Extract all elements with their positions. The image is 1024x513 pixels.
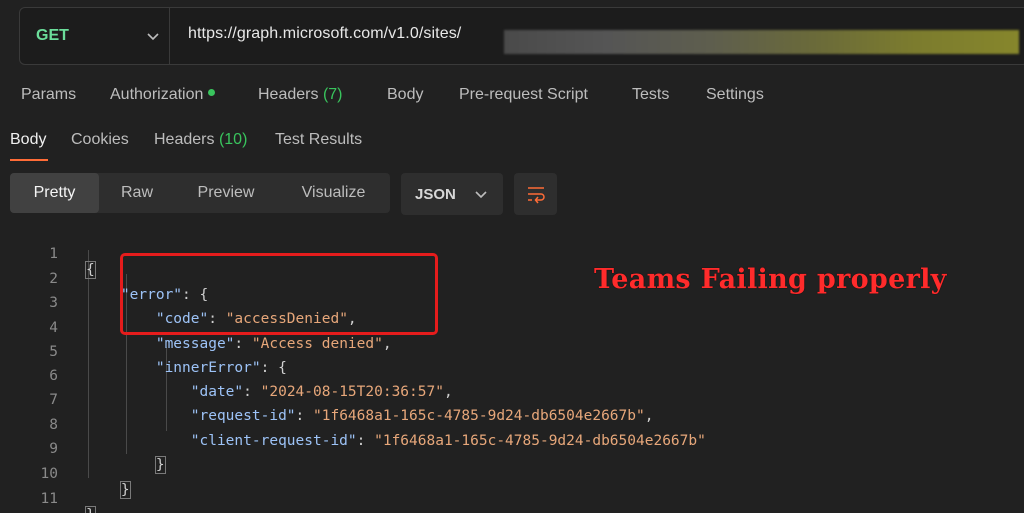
tab-tests[interactable]: Tests [632,86,669,104]
tab-count: (10) [218,131,248,148]
code-text: } [154,456,166,474]
wrap-lines-button[interactable] [514,173,557,215]
code-text: "request-id": "1f6468a1-165c-4785-9d24-d… [190,408,654,424]
format-select[interactable]: JSON [401,173,503,215]
tab-response-body[interactable]: Body [10,131,46,149]
tab-label: Settings [706,86,764,103]
code-line: 10 } [0,450,131,499]
chevron-down-icon [147,33,159,41]
tab-label: Tests [632,86,670,103]
tab-label: Cookies [71,131,129,148]
code-text: "client-request-id": "1f6468a1-165c-4785… [190,433,706,449]
tab-label: Body [10,131,47,148]
code-line: 11 } [0,475,96,513]
chevron-down-icon [475,191,487,199]
code-text: "innerError": { [155,360,287,376]
tab-authorization[interactable]: Authorization [110,86,216,104]
json-string: "1f6468a1-165c-4785-9d24-db6504e2667b" [374,433,706,449]
method-label: GET [36,27,69,44]
redacted-url-segment [504,30,1019,54]
code-line: 9 } [0,425,166,474]
error-highlight-box [120,253,438,335]
code-text: { [85,261,96,279]
tab-label: Pre-request Script [459,86,588,103]
view-visualize-button[interactable]: Visualize [277,173,390,213]
tab-body[interactable]: Body [387,86,423,104]
tab-label: Headers [258,86,319,103]
active-tab-underline [10,159,48,161]
tab-response-headers[interactable]: Headers (10) [154,131,247,149]
tab-label: Authorization [110,86,204,103]
tab-count: (7) [322,86,343,103]
code-text: } [119,481,131,499]
json-key: "message" [155,336,235,352]
tab-cookies[interactable]: Cookies [71,131,129,149]
json-key: "request-id" [190,408,296,424]
url-input[interactable]: https://graph.microsoft.com/v1.0/sites/ [188,25,461,43]
code-line: 1 { [0,230,96,279]
json-string: "1f6468a1-165c-4785-9d24-db6504e2667b" [313,408,645,424]
json-key: "client-request-id" [190,433,357,449]
tab-label: Params [21,86,77,103]
view-preview-button[interactable]: Preview [175,173,277,213]
annotation-text: Teams Failing properly [594,264,947,295]
code-line: 7 "request-id": "1f6468a1-165c-4785-9d24… [0,376,653,424]
format-selected-value: JSON [415,185,456,203]
wrap-lines-icon [527,187,545,204]
view-mode-group: Pretty Raw Preview Visualize [10,173,390,213]
code-line: 5 "innerError": { [0,328,287,376]
tab-headers[interactable]: Headers (7) [258,86,343,104]
json-string: "Access denied" [251,336,383,352]
code-text: "message": "Access denied", [155,336,392,352]
code-text: "date": "2024-08-15T20:36:57", [190,384,453,400]
json-key: "innerError" [155,360,261,376]
tab-label: Headers [154,131,215,148]
method-selector[interactable]: GET [20,8,170,64]
code-text: } [85,506,96,513]
json-string: "2024-08-15T20:36:57" [260,384,444,400]
tab-label: Test Results [275,131,363,148]
json-key: "date" [190,384,244,400]
code-line: 3 "code": "accessDenied", [0,279,356,327]
tab-params[interactable]: Params [21,86,76,104]
code-line: 8 "client-request-id": "1f6468a1-165c-47… [0,401,706,449]
code-line: 4 "message": "Access denied", [0,304,391,352]
tab-label: Body [387,86,424,103]
line-number: 11 [40,491,58,507]
tab-test-results[interactable]: Test Results [275,131,362,149]
tab-settings[interactable]: Settings [706,86,764,104]
tab-pre-request-script[interactable]: Pre-request Script [459,86,588,104]
url-bar: GET https://graph.microsoft.com/v1.0/sit… [19,7,1024,65]
code-line: 6 "date": "2024-08-15T20:36:57", [0,352,452,400]
code-line: 2 "error": { [0,255,208,303]
view-pretty-button[interactable]: Pretty [10,173,99,213]
status-dot-icon [208,89,216,97]
view-raw-button[interactable]: Raw [99,173,175,213]
